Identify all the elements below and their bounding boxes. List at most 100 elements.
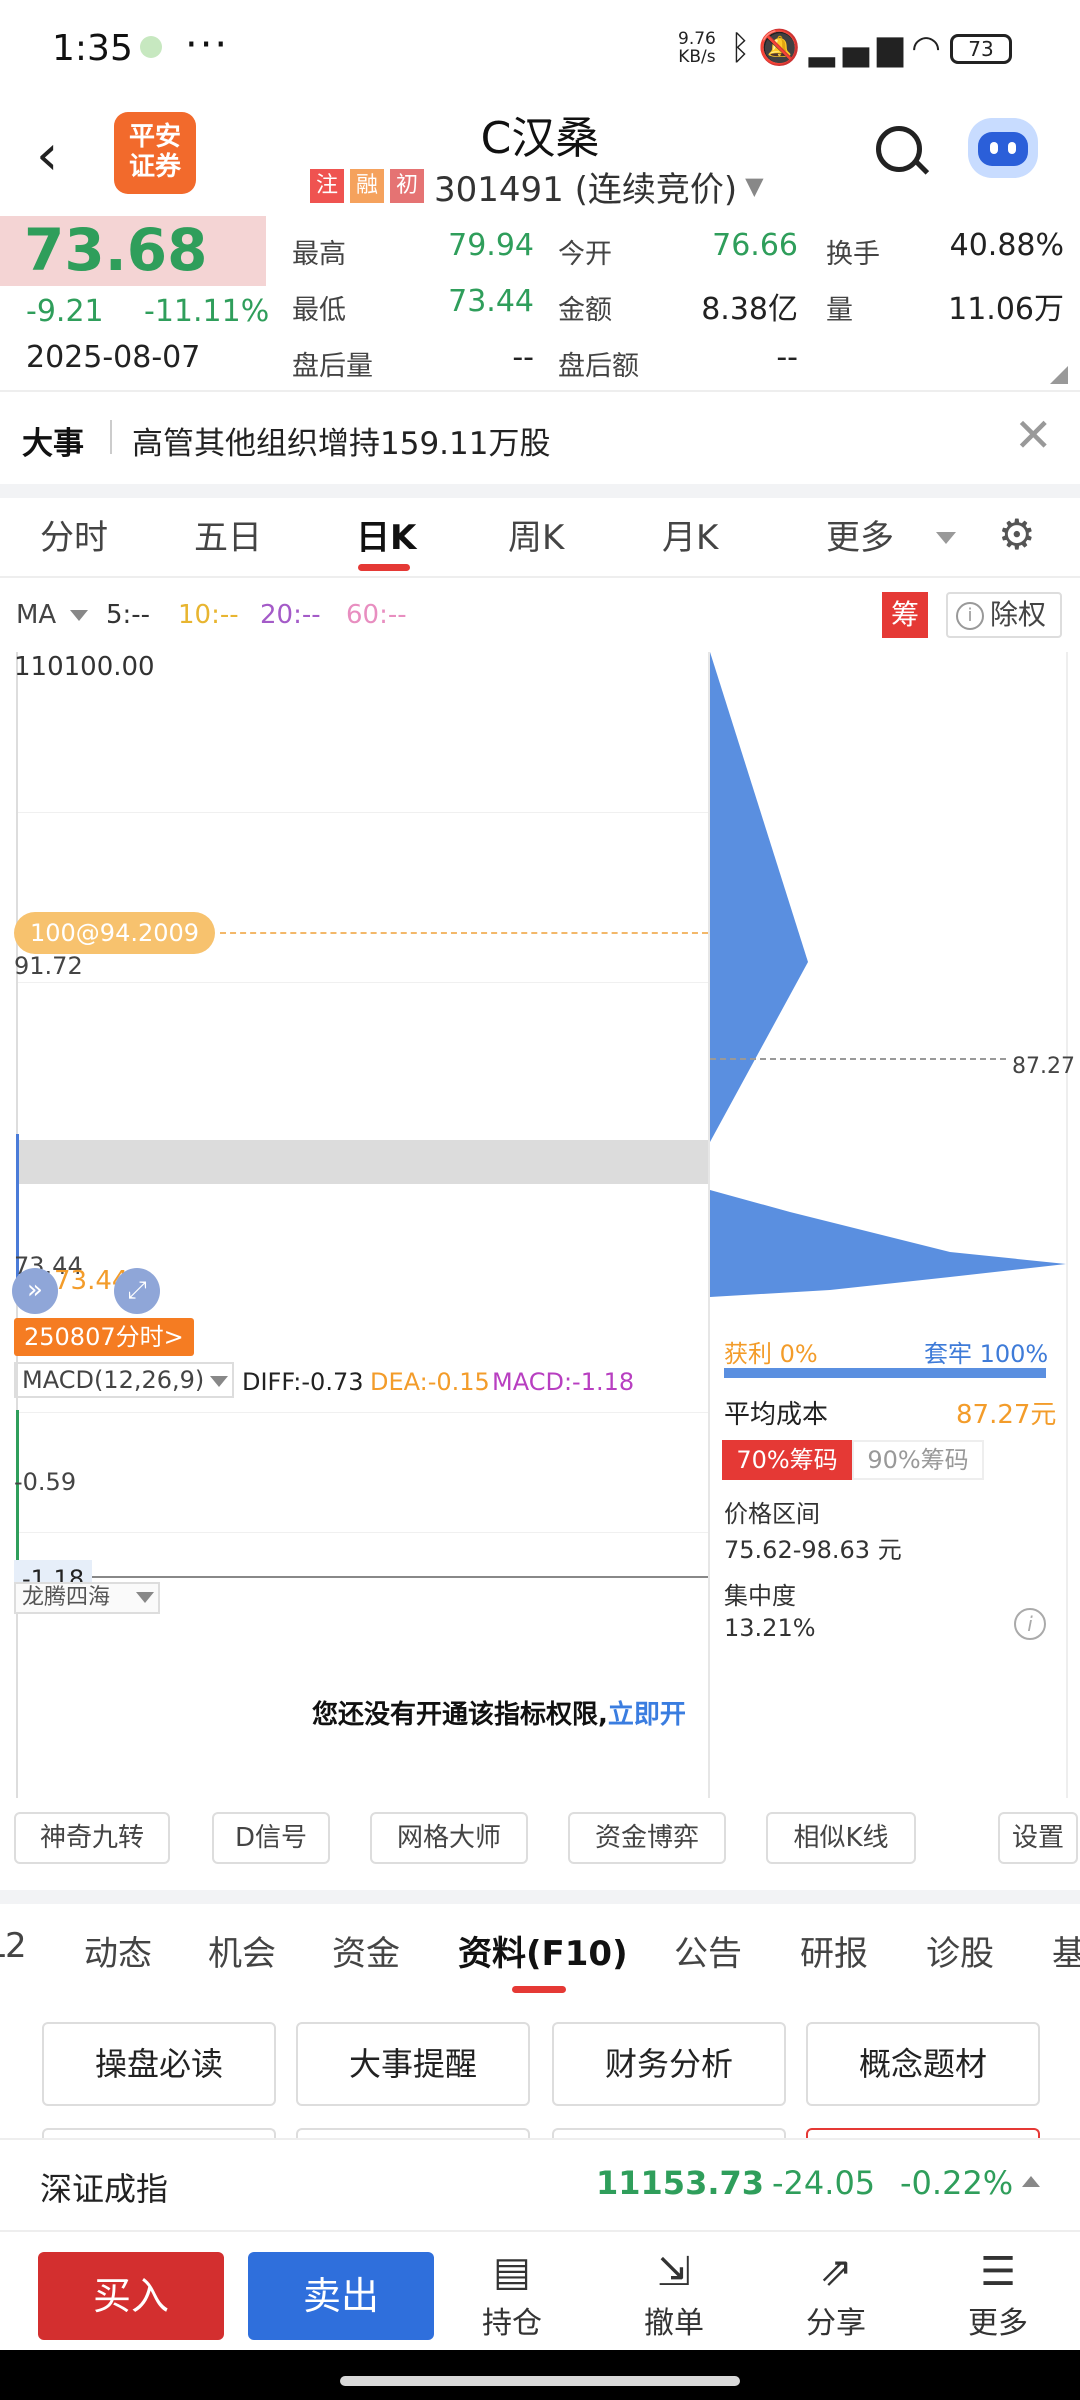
chip-settings[interactable]: 设置 xyxy=(998,1812,1078,1864)
list-icon: ☰ xyxy=(980,2249,1016,2295)
caret-down-icon[interactable] xyxy=(936,532,956,544)
tab-wuri[interactable]: 五日 xyxy=(194,510,262,559)
label-turnover: 换手 xyxy=(826,239,880,270)
chip-90-tab[interactable]: 90%筹码 xyxy=(852,1440,984,1480)
tab-zhouk[interactable]: 周K xyxy=(508,510,564,559)
chip-similar[interactable]: 相似K线 xyxy=(766,1812,916,1864)
tab-dongtai[interactable]: 动态 xyxy=(84,1926,152,1975)
intraday-button[interactable]: 250807分时> xyxy=(14,1318,194,1356)
home-indicator[interactable] xyxy=(340,2376,740,2386)
order-line xyxy=(220,932,708,934)
indicator-chips: 神奇九转 D信号 网格大师 资金博弈 相似K线 设置 xyxy=(0,1812,1080,1872)
caret-up-icon[interactable] xyxy=(1022,2176,1040,2187)
tab-l2[interactable]: L2 xyxy=(0,1926,27,1966)
buy-button[interactable]: 买入 xyxy=(38,2252,224,2340)
trapped-ratio: 套牢 100% xyxy=(924,1340,1049,1368)
stock-tags[interactable]: 注 融 初 301491 (连续竞价) ▼ xyxy=(310,168,764,210)
share-icon: ⇗ xyxy=(819,2249,853,2295)
avg-cost-label: 平均成本 xyxy=(724,1400,829,1430)
close-icon[interactable]: ✕ xyxy=(1014,408,1053,462)
action-share[interactable]: ⇗ 分享 xyxy=(786,2246,886,2342)
net-speed: 9.76 KB/s xyxy=(678,30,716,66)
caret-down-icon[interactable] xyxy=(70,610,88,621)
chip-fund[interactable]: 资金博弈 xyxy=(568,1812,726,1864)
tab-gonggao[interactable]: 公告 xyxy=(674,1926,742,1975)
price-range-label: 价格区间 xyxy=(724,1500,820,1528)
double-chevron-right-icon[interactable]: » xyxy=(12,1268,58,1314)
index-ticker[interactable]: 深证成指 11153.73 -24.05 -0.22% xyxy=(0,2138,1080,2230)
chip-distribution-toggle[interactable]: 筹 xyxy=(882,592,928,638)
robot-icon[interactable] xyxy=(968,118,1038,178)
ex-rights-button[interactable]: i 除权 xyxy=(946,592,1062,638)
action-position[interactable]: ▤ 持仓 xyxy=(462,2246,562,2342)
divider xyxy=(110,420,112,454)
net-speed-unit: KB/s xyxy=(678,47,716,67)
sell-button[interactable]: 卖出 xyxy=(248,2252,434,2340)
event-bar[interactable]: 大事 高管其他组织增持159.11万股 ✕ xyxy=(0,392,1080,484)
stock-header: ‹ 平安 证券 C汉桑 注 融 初 301491 (连续竞价) ▼ xyxy=(0,98,1080,216)
tab-yanbao[interactable]: 研报 xyxy=(800,1926,868,1975)
order-price-pill[interactable]: 100@94.2009 xyxy=(14,912,216,954)
permission-link[interactable]: 立即开 xyxy=(608,1700,686,1730)
action-position-label: 持仓 xyxy=(482,2306,542,2341)
event-text[interactable]: 高管其他组织增持159.11万股 xyxy=(132,418,550,463)
btn-caopan[interactable]: 操盘必读 xyxy=(42,2022,276,2106)
tab-f10[interactable]: 资料(F10) xyxy=(458,1926,628,1975)
chevron-left-icon[interactable]: ‹ xyxy=(36,126,86,186)
label-high: 最高 xyxy=(292,239,346,270)
tab-ji[interactable]: 基 xyxy=(1052,1926,1080,1975)
value-turnover: 40.88% xyxy=(949,228,1064,263)
axis-mid-label: 91.72 xyxy=(14,952,83,980)
caret-down-icon[interactable] xyxy=(210,1376,228,1387)
caret-down-icon[interactable] xyxy=(136,1592,154,1603)
stock-code: 301491 (连续竞价) xyxy=(434,169,738,210)
macd-selector[interactable]: MACD(12,26,9) xyxy=(14,1362,234,1398)
grid-line xyxy=(18,812,710,813)
grid-line xyxy=(18,1412,710,1413)
mute-icon: 🔕 xyxy=(758,28,809,68)
grid-line xyxy=(18,1532,710,1533)
btn-caiwu[interactable]: 财务分析 xyxy=(552,2022,786,2106)
concentration-label: 集中度 xyxy=(724,1582,796,1610)
stock-name[interactable]: C汉桑 xyxy=(380,102,700,166)
ex-rights-label: 除权 xyxy=(990,598,1047,631)
btn-dashi[interactable]: 大事提醒 xyxy=(296,2022,530,2106)
lower-chip-area xyxy=(710,1190,1066,1297)
gear-icon[interactable]: ⚙ xyxy=(998,510,1036,559)
chip-70-tab[interactable]: 70%筹码 xyxy=(722,1440,852,1480)
price-range-value: 75.62-98.63 元 xyxy=(724,1536,902,1564)
bluetooth-icon: ᛒ xyxy=(730,28,759,68)
tab-fenshi[interactable]: 分时 xyxy=(40,510,108,559)
ma10-value: 10:-- xyxy=(178,600,239,630)
grid-line xyxy=(18,982,710,983)
divider xyxy=(0,576,1080,578)
profit-bar xyxy=(724,1368,1046,1378)
search-icon-handle xyxy=(912,158,930,175)
tab-jihui[interactable]: 机会 xyxy=(208,1926,276,1975)
tab-more[interactable]: 更多 xyxy=(826,510,894,559)
value-open: 76.66 xyxy=(712,228,798,263)
info-icon[interactable]: i xyxy=(1014,1608,1046,1640)
ma-selector[interactable]: MA xyxy=(16,600,56,630)
expand-corner-icon[interactable] xyxy=(1050,366,1068,384)
macd-dea: DEA:-0.15 xyxy=(370,1368,490,1396)
tab-rik[interactable]: 日K xyxy=(356,510,416,559)
tab-zijin[interactable]: 资金 xyxy=(332,1926,400,1975)
f10-buttons: 操盘必读 大事提醒 财务分析 概念题材 xyxy=(0,2010,1080,2148)
value-low: 73.44 xyxy=(448,284,534,319)
upper-chip-area xyxy=(710,652,808,1142)
action-share-label: 分享 xyxy=(806,2306,866,2341)
ma5-value: 5:-- xyxy=(106,600,151,630)
axis-top-label: 110100.00 xyxy=(14,652,155,682)
expand-icon[interactable]: ⤢ xyxy=(114,1268,160,1314)
kline-chart[interactable] xyxy=(16,652,710,1798)
btn-gainian[interactable]: 概念题材 xyxy=(806,2022,1040,2106)
action-cancel[interactable]: ⇲ 撤单 xyxy=(624,2246,724,2342)
chip-dsignal[interactable]: D信号 xyxy=(212,1812,330,1864)
tab-yuek[interactable]: 月K xyxy=(662,510,718,559)
tab-zhengu[interactable]: 诊股 xyxy=(926,1926,994,1975)
chip-shenqi[interactable]: 神奇九转 xyxy=(14,1812,170,1864)
action-more[interactable]: ☰ 更多 xyxy=(948,2246,1048,2342)
profit-ratio: 获利 0% xyxy=(724,1340,818,1368)
chip-grid[interactable]: 网格大师 xyxy=(370,1812,528,1864)
